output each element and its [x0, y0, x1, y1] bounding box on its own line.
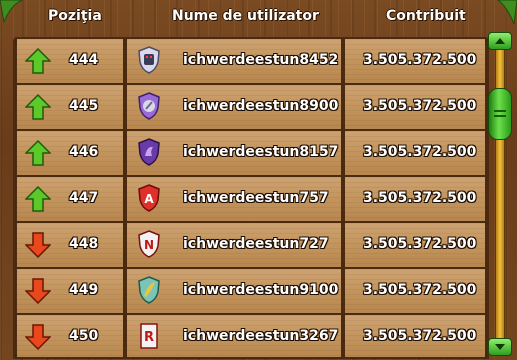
contribution-cell: 3.505.372.500 [345, 177, 485, 221]
svg-text:N: N [144, 238, 154, 252]
shield-letter-a-icon: A [138, 184, 160, 212]
username[interactable]: ichwerdeestun8157 [183, 144, 338, 160]
position-value: 448 [69, 236, 99, 252]
chevron-down-icon [495, 344, 505, 350]
position-cell: 446 [17, 131, 123, 175]
position-cell: 447 [17, 177, 123, 221]
scrollbar-thumb[interactable] [488, 88, 512, 140]
contribution-value: 3.505.372.500 [363, 190, 477, 206]
shield-robot-icon [138, 46, 160, 74]
username-cell: N ichwerdeestun727 [127, 223, 341, 267]
column-header-username: Nume de utilizator [172, 8, 319, 24]
contribution-value: 3.505.372.500 [363, 328, 477, 344]
contribution-cell: 3.505.372.500 [345, 39, 485, 83]
leaderboard-row[interactable]: 450 R ichwerdeestun3267 3.505.372.500 [15, 315, 487, 357]
shield-purple-emblem-icon [138, 92, 160, 120]
scroll-down-button[interactable] [488, 338, 512, 356]
leaderboard-row[interactable]: 445 ichwerdeestun8900 3.505.372.500 [15, 85, 487, 131]
trend-down-arrow-icon [25, 232, 51, 258]
username-cell: ichwerdeestun8452 [127, 39, 341, 83]
svg-text:R: R [144, 330, 154, 345]
username[interactable]: ichwerdeestun8900 [183, 98, 338, 114]
scroll-up-button[interactable] [488, 32, 512, 50]
username[interactable]: ichwerdeestun757 [183, 190, 329, 206]
position-cell: 445 [17, 85, 123, 129]
trend-up-arrow-icon [25, 140, 51, 166]
contribution-cell: 3.505.372.500 [345, 269, 485, 313]
position-value: 449 [69, 282, 99, 298]
column-header-position: Poziţia [48, 8, 102, 24]
chevron-up-icon [495, 38, 505, 44]
position-cell: 449 [17, 269, 123, 313]
leaderboard-row[interactable]: 444 ichwerdeestun8452 3.505.372.500 [15, 39, 487, 85]
position-value: 446 [69, 144, 99, 160]
column-divider [341, 39, 345, 357]
leaderboard-row[interactable]: 446 ichwerdeestun8157 3.505.372.500 [15, 131, 487, 177]
trend-down-arrow-icon [25, 324, 51, 350]
contribution-value: 3.505.372.500 [363, 282, 477, 298]
contribution-value: 3.505.372.500 [363, 144, 477, 160]
username[interactable]: ichwerdeestun8452 [183, 52, 338, 68]
username-cell: ichwerdeestun8900 [127, 85, 341, 129]
position-value: 450 [69, 328, 99, 344]
username[interactable]: ichwerdeestun3267 [183, 328, 338, 344]
trend-up-arrow-icon [25, 94, 51, 120]
contribution-cell: 3.505.372.500 [345, 131, 485, 175]
contribution-cell: 3.505.372.500 [345, 85, 485, 129]
trend-up-arrow-icon [25, 186, 51, 212]
position-value: 447 [69, 190, 99, 206]
shield-green-feather-icon [138, 276, 160, 304]
shield-letter-n-icon: N [138, 230, 160, 258]
trend-up-arrow-icon [25, 48, 51, 74]
column-header-contribution: Contribuit [386, 8, 466, 24]
svg-text:A: A [144, 192, 154, 206]
leaderboard-row[interactable]: 447 A ichwerdeestun757 3.505.372.500 [15, 177, 487, 223]
username[interactable]: ichwerdeestun9100 [183, 282, 338, 298]
column-divider [123, 39, 127, 357]
scrollbar[interactable] [488, 32, 512, 356]
contribution-value: 3.505.372.500 [363, 236, 477, 252]
contribution-value: 3.505.372.500 [363, 52, 477, 68]
leaderboard-table: 444 ichwerdeestun8452 3.505.372.500 445 [13, 37, 489, 359]
trend-down-arrow-icon [25, 278, 51, 304]
position-cell: 444 [17, 39, 123, 83]
position-cell: 448 [17, 223, 123, 267]
position-value: 444 [69, 52, 99, 68]
leaderboard-row[interactable]: 448 N ichwerdeestun727 3.505.372.500 [15, 223, 487, 269]
username-cell: ichwerdeestun8157 [127, 131, 341, 175]
username-cell: R ichwerdeestun3267 [127, 315, 341, 357]
position-value: 445 [69, 98, 99, 114]
contribution-cell: 3.505.372.500 [345, 315, 485, 357]
username[interactable]: ichwerdeestun727 [183, 236, 329, 252]
shield-letter-r-icon: R [140, 323, 158, 349]
leaderboard-header: Poziţia Nume de utilizator Contribuit [0, 0, 517, 40]
username-cell: A ichwerdeestun757 [127, 177, 341, 221]
leaderboard-row[interactable]: 449 ichwerdeestun9100 3.505.372.500 [15, 269, 487, 315]
shield-purple-dragon-icon [138, 138, 160, 166]
contribution-cell: 3.505.372.500 [345, 223, 485, 267]
username-cell: ichwerdeestun9100 [127, 269, 341, 313]
position-cell: 450 [17, 315, 123, 357]
contribution-value: 3.505.372.500 [363, 98, 477, 114]
